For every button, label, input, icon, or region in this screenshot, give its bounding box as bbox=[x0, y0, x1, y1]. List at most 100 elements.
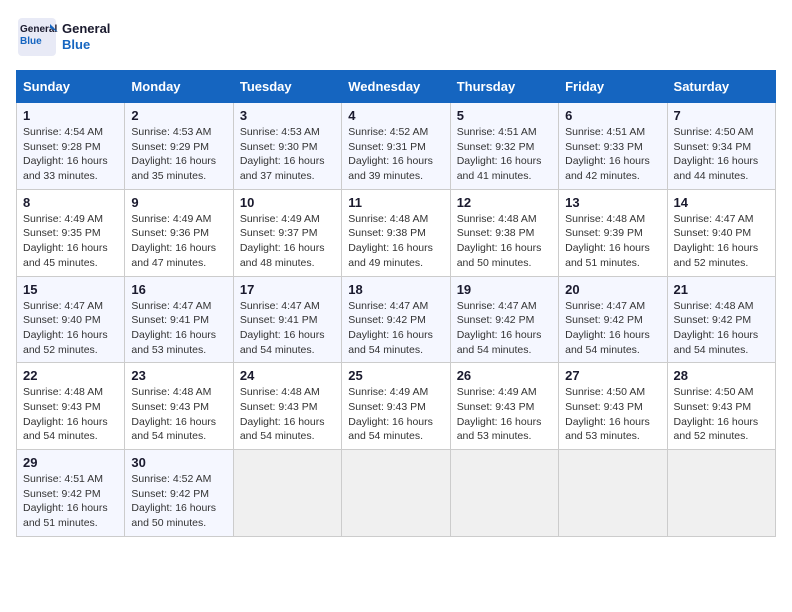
header: General Blue General Blue bbox=[16, 16, 776, 58]
calendar-cell: 23 Sunrise: 4:48 AMSunset: 9:43 PMDayligh… bbox=[125, 363, 233, 450]
day-number: 20 bbox=[565, 282, 660, 297]
calendar-cell bbox=[450, 450, 558, 537]
calendar-cell: 10Sunrise: 4:49 AMSunset: 9:37 PMDayligh… bbox=[233, 189, 341, 276]
calendar-cell: 22 Sunrise: 4:48 AMSunset: 9:43 PMDayligh… bbox=[17, 363, 125, 450]
day-number: 25 bbox=[348, 368, 443, 383]
day-info: Sunrise: 4:49 AMSunset: 9:36 PMDaylight:… bbox=[131, 212, 226, 271]
day-number: 17 bbox=[240, 282, 335, 297]
day-number: 19 bbox=[457, 282, 552, 297]
day-number: 3 bbox=[240, 108, 335, 123]
calendar-cell: 18 Sunrise: 4:47 AMSunset: 9:42 PMDayligh… bbox=[342, 276, 450, 363]
day-info: Sunrise: 4:48 AMSunset: 9:43 PMDaylight:… bbox=[23, 385, 118, 444]
day-info: Sunrise: 4:52 AMSunset: 9:42 PMDaylight:… bbox=[131, 472, 226, 531]
day-number: 30 bbox=[131, 455, 226, 470]
day-number: 7 bbox=[674, 108, 769, 123]
day-info: Sunrise: 4:47 AMSunset: 9:42 PMDaylight:… bbox=[348, 299, 443, 358]
calendar-cell bbox=[559, 450, 667, 537]
day-number: 4 bbox=[348, 108, 443, 123]
day-info: Sunrise: 4:48 AMSunset: 9:38 PMDaylight:… bbox=[348, 212, 443, 271]
col-header-wednesday: Wednesday bbox=[342, 71, 450, 103]
day-info: Sunrise: 4:50 AMSunset: 9:43 PMDaylight:… bbox=[674, 385, 769, 444]
calendar-week-3: 15Sunrise: 4:47 AMSunset: 9:40 PMDayligh… bbox=[17, 276, 776, 363]
day-number: 29 bbox=[23, 455, 118, 470]
calendar-week-1: 1 Sunrise: 4:54 AMSunset: 9:28 PMDaylight… bbox=[17, 103, 776, 190]
day-info: Sunrise: 4:49 AMSunset: 9:37 PMDaylight:… bbox=[240, 212, 335, 271]
day-info: Sunrise: 4:53 AMSunset: 9:29 PMDaylight:… bbox=[131, 125, 226, 184]
day-number: 21 bbox=[674, 282, 769, 297]
day-info: Sunrise: 4:49 AMSunset: 9:43 PMDaylight:… bbox=[348, 385, 443, 444]
calendar-cell bbox=[342, 450, 450, 537]
col-header-monday: Monday bbox=[125, 71, 233, 103]
svg-text:Blue: Blue bbox=[20, 36, 42, 47]
calendar-cell: 2Sunrise: 4:53 AMSunset: 9:29 PMDaylight… bbox=[125, 103, 233, 190]
calendar-table: SundayMondayTuesdayWednesdayThursdayFrid… bbox=[16, 70, 776, 537]
day-info: Sunrise: 4:50 AMSunset: 9:43 PMDaylight:… bbox=[565, 385, 660, 444]
calendar-cell: 8Sunrise: 4:49 AMSunset: 9:35 PMDaylight… bbox=[17, 189, 125, 276]
calendar-cell: 6 Sunrise: 4:51 AMSunset: 9:33 PMDaylight… bbox=[559, 103, 667, 190]
day-number: 23 bbox=[131, 368, 226, 383]
day-info: Sunrise: 4:51 AMSunset: 9:32 PMDaylight:… bbox=[457, 125, 552, 184]
day-number: 11 bbox=[348, 195, 443, 210]
calendar-cell: 29Sunrise: 4:51 AMSunset: 9:42 PMDayligh… bbox=[17, 450, 125, 537]
day-info: Sunrise: 4:48 AMSunset: 9:38 PMDaylight:… bbox=[457, 212, 552, 271]
day-info: Sunrise: 4:48 AMSunset: 9:43 PMDaylight:… bbox=[240, 385, 335, 444]
day-number: 5 bbox=[457, 108, 552, 123]
calendar-cell: 30 Sunrise: 4:52 AMSunset: 9:42 PMDayligh… bbox=[125, 450, 233, 537]
day-info: Sunrise: 4:48 AMSunset: 9:43 PMDaylight:… bbox=[131, 385, 226, 444]
calendar-cell: 28 Sunrise: 4:50 AMSunset: 9:43 PMDayligh… bbox=[667, 363, 775, 450]
calendar-cell: 27 Sunrise: 4:50 AMSunset: 9:43 PMDayligh… bbox=[559, 363, 667, 450]
calendar-cell: 4 Sunrise: 4:52 AMSunset: 9:31 PMDaylight… bbox=[342, 103, 450, 190]
calendar-cell: 1 Sunrise: 4:54 AMSunset: 9:28 PMDaylight… bbox=[17, 103, 125, 190]
calendar-week-4: 22 Sunrise: 4:48 AMSunset: 9:43 PMDayligh… bbox=[17, 363, 776, 450]
header-row: SundayMondayTuesdayWednesdayThursdayFrid… bbox=[17, 71, 776, 103]
col-header-sunday: Sunday bbox=[17, 71, 125, 103]
day-info: Sunrise: 4:48 AMSunset: 9:42 PMDaylight:… bbox=[674, 299, 769, 358]
calendar-cell: 19 Sunrise: 4:47 AMSunset: 9:42 PMDayligh… bbox=[450, 276, 558, 363]
calendar-week-2: 8Sunrise: 4:49 AMSunset: 9:35 PMDaylight… bbox=[17, 189, 776, 276]
logo-svg: General Blue bbox=[16, 16, 58, 58]
day-info: Sunrise: 4:51 AMSunset: 9:33 PMDaylight:… bbox=[565, 125, 660, 184]
day-number: 14 bbox=[674, 195, 769, 210]
day-number: 13 bbox=[565, 195, 660, 210]
calendar-cell bbox=[667, 450, 775, 537]
day-number: 6 bbox=[565, 108, 660, 123]
day-number: 9 bbox=[131, 195, 226, 210]
svg-text:General: General bbox=[20, 24, 57, 35]
calendar-cell: 13Sunrise: 4:48 AMSunset: 9:39 PMDayligh… bbox=[559, 189, 667, 276]
col-header-friday: Friday bbox=[559, 71, 667, 103]
calendar-cell: 26Sunrise: 4:49 AMSunset: 9:43 PMDayligh… bbox=[450, 363, 558, 450]
col-header-thursday: Thursday bbox=[450, 71, 558, 103]
calendar-cell: 5 Sunrise: 4:51 AMSunset: 9:32 PMDaylight… bbox=[450, 103, 558, 190]
day-number: 28 bbox=[674, 368, 769, 383]
calendar-cell: 21 Sunrise: 4:48 AMSunset: 9:42 PMDayligh… bbox=[667, 276, 775, 363]
logo: General Blue General Blue bbox=[16, 16, 110, 58]
day-number: 27 bbox=[565, 368, 660, 383]
calendar-cell: 24 Sunrise: 4:48 AMSunset: 9:43 PMDayligh… bbox=[233, 363, 341, 450]
day-info: Sunrise: 4:54 AMSunset: 9:28 PMDaylight:… bbox=[23, 125, 118, 184]
day-info: Sunrise: 4:49 AMSunset: 9:35 PMDaylight:… bbox=[23, 212, 118, 271]
day-info: Sunrise: 4:47 AMSunset: 9:41 PMDaylight:… bbox=[131, 299, 226, 358]
calendar-cell: 15Sunrise: 4:47 AMSunset: 9:40 PMDayligh… bbox=[17, 276, 125, 363]
calendar-cell: 11 Sunrise: 4:48 AMSunset: 9:38 PMDayligh… bbox=[342, 189, 450, 276]
day-info: Sunrise: 4:47 AMSunset: 9:42 PMDaylight:… bbox=[457, 299, 552, 358]
calendar-cell: 9 Sunrise: 4:49 AMSunset: 9:36 PMDaylight… bbox=[125, 189, 233, 276]
calendar-cell: 12 Sunrise: 4:48 AMSunset: 9:38 PMDayligh… bbox=[450, 189, 558, 276]
calendar-cell: 16 Sunrise: 4:47 AMSunset: 9:41 PMDayligh… bbox=[125, 276, 233, 363]
day-info: Sunrise: 4:50 AMSunset: 9:34 PMDaylight:… bbox=[674, 125, 769, 184]
day-number: 18 bbox=[348, 282, 443, 297]
day-info: Sunrise: 4:53 AMSunset: 9:30 PMDaylight:… bbox=[240, 125, 335, 184]
day-number: 24 bbox=[240, 368, 335, 383]
day-number: 16 bbox=[131, 282, 226, 297]
calendar-cell: 3 Sunrise: 4:53 AMSunset: 9:30 PMDaylight… bbox=[233, 103, 341, 190]
day-info: Sunrise: 4:52 AMSunset: 9:31 PMDaylight:… bbox=[348, 125, 443, 184]
calendar-cell: 25 Sunrise: 4:49 AMSunset: 9:43 PMDayligh… bbox=[342, 363, 450, 450]
day-info: Sunrise: 4:47 AMSunset: 9:40 PMDaylight:… bbox=[23, 299, 118, 358]
calendar-week-5: 29Sunrise: 4:51 AMSunset: 9:42 PMDayligh… bbox=[17, 450, 776, 537]
calendar-cell: 7 Sunrise: 4:50 AMSunset: 9:34 PMDaylight… bbox=[667, 103, 775, 190]
col-header-saturday: Saturday bbox=[667, 71, 775, 103]
day-number: 22 bbox=[23, 368, 118, 383]
day-number: 12 bbox=[457, 195, 552, 210]
day-info: Sunrise: 4:47 AMSunset: 9:41 PMDaylight:… bbox=[240, 299, 335, 358]
day-number: 1 bbox=[23, 108, 118, 123]
day-info: Sunrise: 4:49 AMSunset: 9:43 PMDaylight:… bbox=[457, 385, 552, 444]
